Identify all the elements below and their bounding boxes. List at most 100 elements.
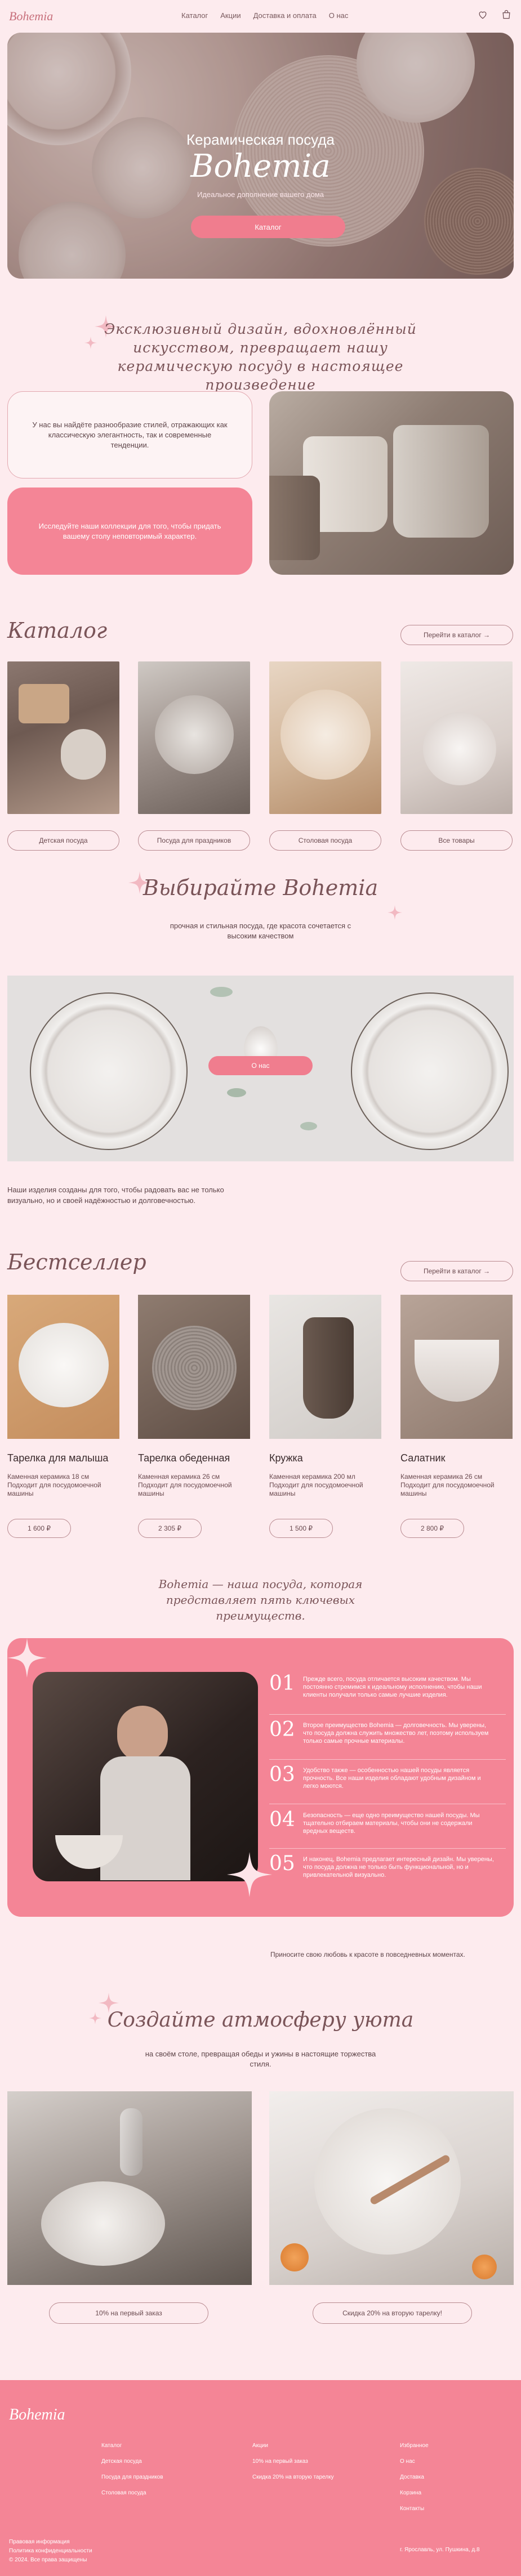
mug-img (303, 1317, 354, 1419)
page: Bohemia Каталог Акции Доставка и оплата … (0, 0, 521, 2576)
second-plate-discount-button[interactable]: Скидка 20% на вторую тарелку! (313, 2302, 472, 2324)
advantage-item: 01 Прежде всего, посуда отличается высок… (269, 1672, 506, 1711)
product-price-button[interactable]: 2 305 ₽ (138, 1519, 202, 1538)
footer-logo[interactable]: Bohemia (9, 2406, 65, 2424)
footer-link[interactable]: Посуда для праздников (101, 2474, 163, 2481)
product-name: Тарелка обеденная (138, 1452, 230, 1464)
catalog-link-button[interactable]: Перейти в каталог → (400, 625, 513, 645)
orange-slice (472, 2255, 497, 2279)
product-image-mug[interactable] (269, 1295, 381, 1439)
divider (269, 1759, 506, 1760)
catalog-link-label: Перейти в каталог (423, 631, 482, 639)
nav-delivery[interactable]: Доставка и оплата (253, 11, 317, 20)
sparkle-icon (227, 1852, 272, 1897)
quality-note: Наши изделия созданы для того, чтобы рад… (7, 1186, 224, 1205)
product-price-button[interactable]: 2 800 ₽ (400, 1519, 464, 1538)
footer-link[interactable]: Акции (252, 2442, 334, 2450)
footer-address: г. Ярославль, ул. Пушкина, д.8 (400, 2547, 480, 2553)
header: Bohemia Каталог Акции Доставка и оплата … (0, 0, 521, 33)
heart-icon[interactable] (477, 9, 488, 20)
catalog-image-all[interactable] (400, 661, 513, 814)
eucalyptus-leaf (227, 1088, 246, 1097)
advantage-number: 05 (269, 1852, 295, 1875)
advantage-item: 05 И наконец, Bohemia предлагает интерес… (269, 1852, 506, 1891)
choose-subtitle: прочная и стильная посуда, где красота с… (170, 922, 351, 940)
share-note: Приносите свою любовь к красоте в повсед… (270, 1951, 465, 1958)
potter-photo (33, 1672, 258, 1881)
nav-about[interactable]: О нас (329, 11, 349, 20)
sparkle-icon (84, 337, 97, 349)
product-name: Салатник (400, 1452, 446, 1464)
footer-link[interactable]: Каталог (101, 2442, 163, 2450)
advantage-text: Удобство также — особенностью нашей посу… (303, 1767, 481, 1790)
bag-icon[interactable] (501, 9, 512, 20)
choose-title: Выбирайте Bohemia (143, 875, 378, 900)
catalog-holiday-button[interactable]: Посуда для праздников (138, 830, 250, 851)
advantage-number: 03 (269, 1763, 295, 1786)
hero-title: Керамическая посуда (186, 131, 335, 148)
product-price-button[interactable]: 1 500 ₽ (269, 1519, 333, 1538)
sparkle-icon (7, 1638, 47, 1678)
product-image-kids-plate[interactable] (7, 1295, 119, 1439)
footer-link[interactable]: Контакты (400, 2505, 429, 2513)
footer-link[interactable]: Столовая посуда (101, 2489, 163, 2497)
cozy-plate (314, 2108, 461, 2255)
footer-link[interactable]: Избранное (400, 2442, 429, 2450)
divider (269, 1848, 506, 1849)
dinner-plate (280, 690, 371, 780)
sparkle-icon (388, 905, 402, 920)
arrow-icon: → (483, 631, 491, 639)
footer-link[interactable]: Скидка 20% на вторую тарелку (252, 2474, 334, 2481)
kids-plate (19, 684, 69, 723)
first-order-discount-button[interactable]: 10% на первый заказ (49, 2302, 208, 2324)
footer-link[interactable]: Доставка (400, 2474, 429, 2481)
main-nav: Каталог Акции Доставка и оплата О нас (181, 11, 348, 20)
hero-banner: Керамическая посуда Bohemia Идеальное до… (7, 33, 514, 279)
hero-catalog-button[interactable]: Каталог (191, 216, 345, 238)
catalog-all-button[interactable]: Все товары (400, 830, 513, 851)
bestseller-title: Бестселлер (7, 1250, 146, 1274)
advantage-text: И наконец, Bohemia предлагает интересный… (303, 1856, 494, 1879)
catalog-dinnerware-button[interactable]: Столовая посуда (269, 830, 381, 851)
legal-info-link[interactable]: Правовая информация (9, 2539, 70, 2545)
product-image-salad-bowl[interactable] (400, 1295, 513, 1439)
advantage-text: Второе преимущество Bohemia — долговечно… (303, 1722, 489, 1745)
plate-spoon-photo (269, 2091, 514, 2285)
product-image-dinner-plate[interactable] (138, 1295, 250, 1439)
catalog-image-holiday[interactable] (138, 661, 250, 814)
footer: Bohemia Каталог Детская посуда Посуда дл… (0, 2380, 521, 2576)
catalog-image-kids[interactable] (7, 661, 119, 814)
nav-catalog[interactable]: Каталог (181, 11, 208, 20)
mug (393, 425, 489, 538)
advantage-number: 04 (269, 1808, 295, 1831)
info-card-collections: Исследуйте наши коллекции для того, чтоб… (7, 488, 252, 575)
bestseller-link-button[interactable]: Перейти в каталог → (400, 1261, 513, 1281)
mugs-photo (269, 391, 514, 575)
nav-sales[interactable]: Акции (220, 11, 241, 20)
product-description: Каменная керамика 26 см Подходит для пос… (138, 1473, 232, 1497)
footer-link[interactable]: 10% на первый заказ (252, 2458, 334, 2466)
hero-subtitle: Идеальное дополнение вашего дома (197, 190, 324, 199)
catalog-kids-button[interactable]: Детская посуда (7, 830, 119, 851)
footer-link[interactable]: Корзина (400, 2489, 429, 2497)
footer-info-column: Избранное О нас Доставка Корзина Контакт… (400, 2442, 429, 2521)
eucalyptus-leaf (300, 1122, 317, 1130)
potter-figure (117, 1706, 168, 1762)
cozy-title: Создайте атмосферу уюта (107, 2009, 414, 2032)
product-description: Каменная керамика 26 см Подходит для пос… (400, 1473, 495, 1497)
table-plate (41, 2181, 165, 2266)
catalog-image-dinnerware[interactable] (269, 661, 381, 814)
copyright: © 2024. Все права защищены (9, 2557, 87, 2563)
dinner-plate-img (152, 1326, 237, 1410)
footer-link[interactable]: О нас (400, 2458, 429, 2466)
orange-slice (280, 2243, 309, 2271)
cat-plate (19, 1323, 109, 1407)
footer-link[interactable]: Детская посуда (101, 2458, 163, 2466)
photo-plate (30, 992, 188, 1150)
privacy-policy-link[interactable]: Политика конфиденциальности (9, 2548, 92, 2554)
logo[interactable]: Bohemia (9, 9, 53, 24)
footer-catalog-column: Каталог Детская посуда Посуда для праздн… (101, 2442, 163, 2505)
cozy-subtitle: на своём столе, превращая обеды и ужины … (145, 2050, 376, 2068)
product-price-button[interactable]: 1 600 ₽ (7, 1519, 71, 1538)
about-button[interactable]: О нас (208, 1056, 313, 1075)
